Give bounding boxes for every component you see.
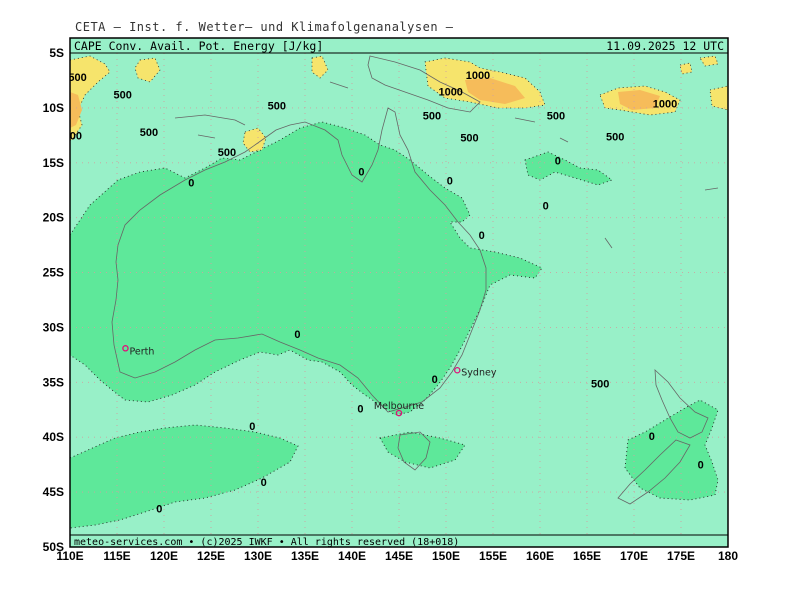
contour-label: 1000 xyxy=(653,98,677,110)
contour-label: 500 xyxy=(218,147,236,159)
contour-label: 500 xyxy=(423,111,441,123)
contour-label: 0 xyxy=(479,230,485,242)
latitude-label: 35S xyxy=(43,375,64,389)
city-label: Melbourne xyxy=(374,401,424,412)
city-label: Sydney xyxy=(461,367,497,378)
city-label: Perth xyxy=(129,346,154,357)
contour-label: 0 xyxy=(294,329,300,341)
contour-label: 500 xyxy=(591,378,609,390)
contour-label: 0 xyxy=(261,477,267,489)
contour-label: 500 xyxy=(606,131,624,143)
contour-label: 500 xyxy=(140,127,158,139)
longitude-label: 110E xyxy=(56,549,83,563)
contour-label: 1000 xyxy=(466,70,490,82)
longitude-label: 180 xyxy=(718,549,738,563)
contour-label: 500 xyxy=(547,111,565,123)
longitude-label: 130E xyxy=(244,549,272,563)
contour-label: 0 xyxy=(649,431,655,443)
contour-label: 500 xyxy=(113,90,131,102)
contour-label: 0 xyxy=(357,404,363,416)
latitude-label: 25S xyxy=(43,266,64,280)
longitude-label: 170E xyxy=(620,549,648,563)
contour-label: 0 xyxy=(432,374,438,386)
contour-label: 0 xyxy=(249,421,255,433)
contour-label: 500 xyxy=(68,72,86,84)
longitude-label: 140E xyxy=(338,549,366,563)
latitude-label: 20S xyxy=(43,211,64,225)
contour-label: 0 xyxy=(358,167,364,179)
contour-label: 0 xyxy=(555,156,561,168)
field-title: CAPE_Conv._Avail._Pot._Energy_[J/kg] xyxy=(74,39,323,53)
contour-label: 000 xyxy=(64,130,82,142)
contour-label: 0 xyxy=(156,504,162,516)
latitude-label: 40S xyxy=(43,430,64,444)
contour-label: 500 xyxy=(268,101,286,113)
contour-label: 0 xyxy=(447,175,453,187)
latitude-labels: 5S10S15S20S25S30S35S40S45S50S xyxy=(43,46,64,554)
latitude-label: 30S xyxy=(43,320,64,334)
longitude-label: 175E xyxy=(667,549,695,563)
longitude-label: 145E xyxy=(385,549,413,563)
latitude-label: 15S xyxy=(43,156,64,170)
contour-label: 1000 xyxy=(438,86,462,98)
longitude-label: 150E xyxy=(432,549,460,563)
longitude-labels: 110E 115E 120E 125E 130E 135E 140E 145E 150E 155E… xyxy=(56,549,738,563)
contour-label: 0 xyxy=(188,178,194,190)
longitude-label: 125E xyxy=(197,549,225,563)
longitude-label: 155E xyxy=(479,549,507,563)
latitude-label: 45S xyxy=(43,485,64,499)
longitude-label: 165E xyxy=(573,549,601,563)
longitude-label: 160E xyxy=(526,549,554,563)
valid-time: 11.09.2025 12 UTC xyxy=(606,39,724,53)
longitude-label: 120E xyxy=(150,549,178,563)
contour-label: 500 xyxy=(460,133,478,145)
longitude-label: 115E xyxy=(103,549,130,563)
latitude-label: 5S xyxy=(49,46,64,60)
contour-label: 0 xyxy=(698,460,704,472)
longitude-label: 135E xyxy=(291,549,319,563)
contour-label: 0 xyxy=(543,201,549,213)
cape-500-area-pacific-ne xyxy=(679,62,693,75)
cape-map: 500500000 5005005005001000100050050010005… xyxy=(43,37,738,563)
latitude-label: 10S xyxy=(43,101,64,115)
